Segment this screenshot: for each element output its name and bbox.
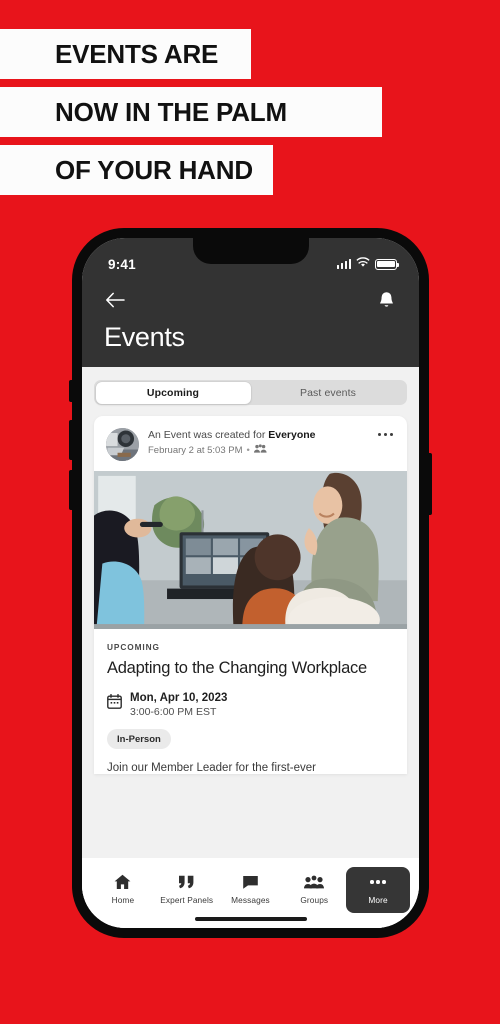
event-time: 3:00-6:00 PM EST (130, 706, 217, 719)
nav-label-groups: Groups (300, 895, 329, 905)
bell-icon[interactable] (373, 287, 399, 313)
post-meta: An Event was created for Everyone Februa… (148, 428, 363, 456)
event-title: Adapting to the Changing Workplace (107, 659, 367, 677)
tab-upcoming[interactable]: Upcoming (95, 381, 251, 404)
post-created-prefix: An Event was created for (148, 429, 266, 441)
volume-down-button[interactable] (69, 470, 73, 510)
people-icon (253, 444, 267, 456)
post-timestamp-row: February 2 at 5:03 PM • (148, 444, 363, 456)
tab-past-events[interactable]: Past events (251, 382, 406, 404)
quote-icon (178, 874, 195, 890)
power-button[interactable] (428, 453, 432, 515)
arrow-left-icon[interactable] (102, 287, 128, 313)
promo-line-3: OF YOUR HAND (0, 145, 273, 195)
nav-label-more: More (368, 895, 388, 905)
event-date: Mon, Apr 10, 2023 (130, 692, 228, 705)
event-description: Join our Member Leader for the first-eve… (107, 762, 317, 775)
phone-mockup: 9:41 Events Upcoming Past events An Even… (69, 228, 432, 938)
calendar-icon (107, 694, 122, 714)
promo-line-2: NOW IN THE PALM (0, 87, 382, 137)
post-created-text: An Event was created for Everyone (148, 428, 363, 442)
ellipsis-icon (370, 874, 387, 890)
header-row (102, 280, 399, 320)
chat-bubble-icon (242, 874, 259, 890)
people-group-icon (304, 874, 325, 890)
post-header: An Event was created for Everyone Februa… (94, 416, 407, 471)
status-time: 9:41 (108, 256, 136, 272)
promo-line-1-text: EVENTS ARE (55, 39, 219, 69)
segmented-control[interactable]: Upcoming Past events (94, 380, 407, 405)
app-body[interactable]: Upcoming Past events An Event was create… (82, 367, 419, 928)
home-icon (114, 874, 131, 890)
post-audience: Everyone (268, 429, 316, 441)
avatar[interactable] (106, 428, 139, 461)
event-hero-image[interactable] (94, 471, 407, 629)
nav-label-expert-panels: Expert Panels (160, 895, 214, 905)
event-when-text: Mon, Apr 10, 2023 3:00-6:00 PM EST (130, 692, 227, 718)
status-badge: In-Person (107, 729, 171, 750)
separator-dot: • (246, 444, 250, 456)
post-timestamp: February 2 at 5:03 PM (148, 444, 243, 456)
nav-label-home: Home (111, 895, 135, 905)
phone-screen: 9:41 Events Upcoming Past events An Even… (82, 238, 419, 928)
screen-notch (192, 238, 309, 264)
nav-label-messages: Messages (231, 895, 270, 905)
event-detail: UPCOMING Adapting to the Changing Workpl… (94, 629, 407, 774)
nav-item-more[interactable]: More (346, 867, 410, 913)
mute-switch[interactable] (69, 380, 73, 402)
page-title: Events (104, 322, 185, 352)
kebab-menu-icon[interactable] (372, 431, 395, 437)
promo-line-1: EVENTS ARE (0, 29, 251, 79)
promo-line-2-text: NOW IN THE PALM (55, 97, 287, 127)
home-indicator[interactable] (194, 917, 307, 921)
wifi-icon (356, 255, 370, 273)
nav-item-messages[interactable]: Messages (219, 867, 283, 913)
app-header: Events (82, 280, 419, 367)
nav-item-home[interactable]: Home (91, 867, 155, 913)
event-status-label: UPCOMING (107, 642, 160, 652)
promo-line-3-text: OF YOUR HAND (55, 155, 253, 185)
nav-item-expert-panels[interactable]: Expert Panels (155, 867, 219, 913)
battery-icon (375, 258, 399, 270)
status-icons (336, 255, 399, 273)
event-datetime: Mon, Apr 10, 2023 3:00-6:00 PM EST (107, 692, 394, 718)
event-card[interactable]: An Event was created for Everyone Februa… (94, 416, 407, 775)
signal-icon (336, 259, 351, 269)
nav-item-groups[interactable]: Groups (282, 867, 346, 913)
tabs-container: Upcoming Past events (82, 367, 419, 416)
volume-up-button[interactable] (69, 420, 73, 460)
promo-headline: EVENTS ARE NOW IN THE PALM OF YOUR HAND (0, 0, 500, 195)
